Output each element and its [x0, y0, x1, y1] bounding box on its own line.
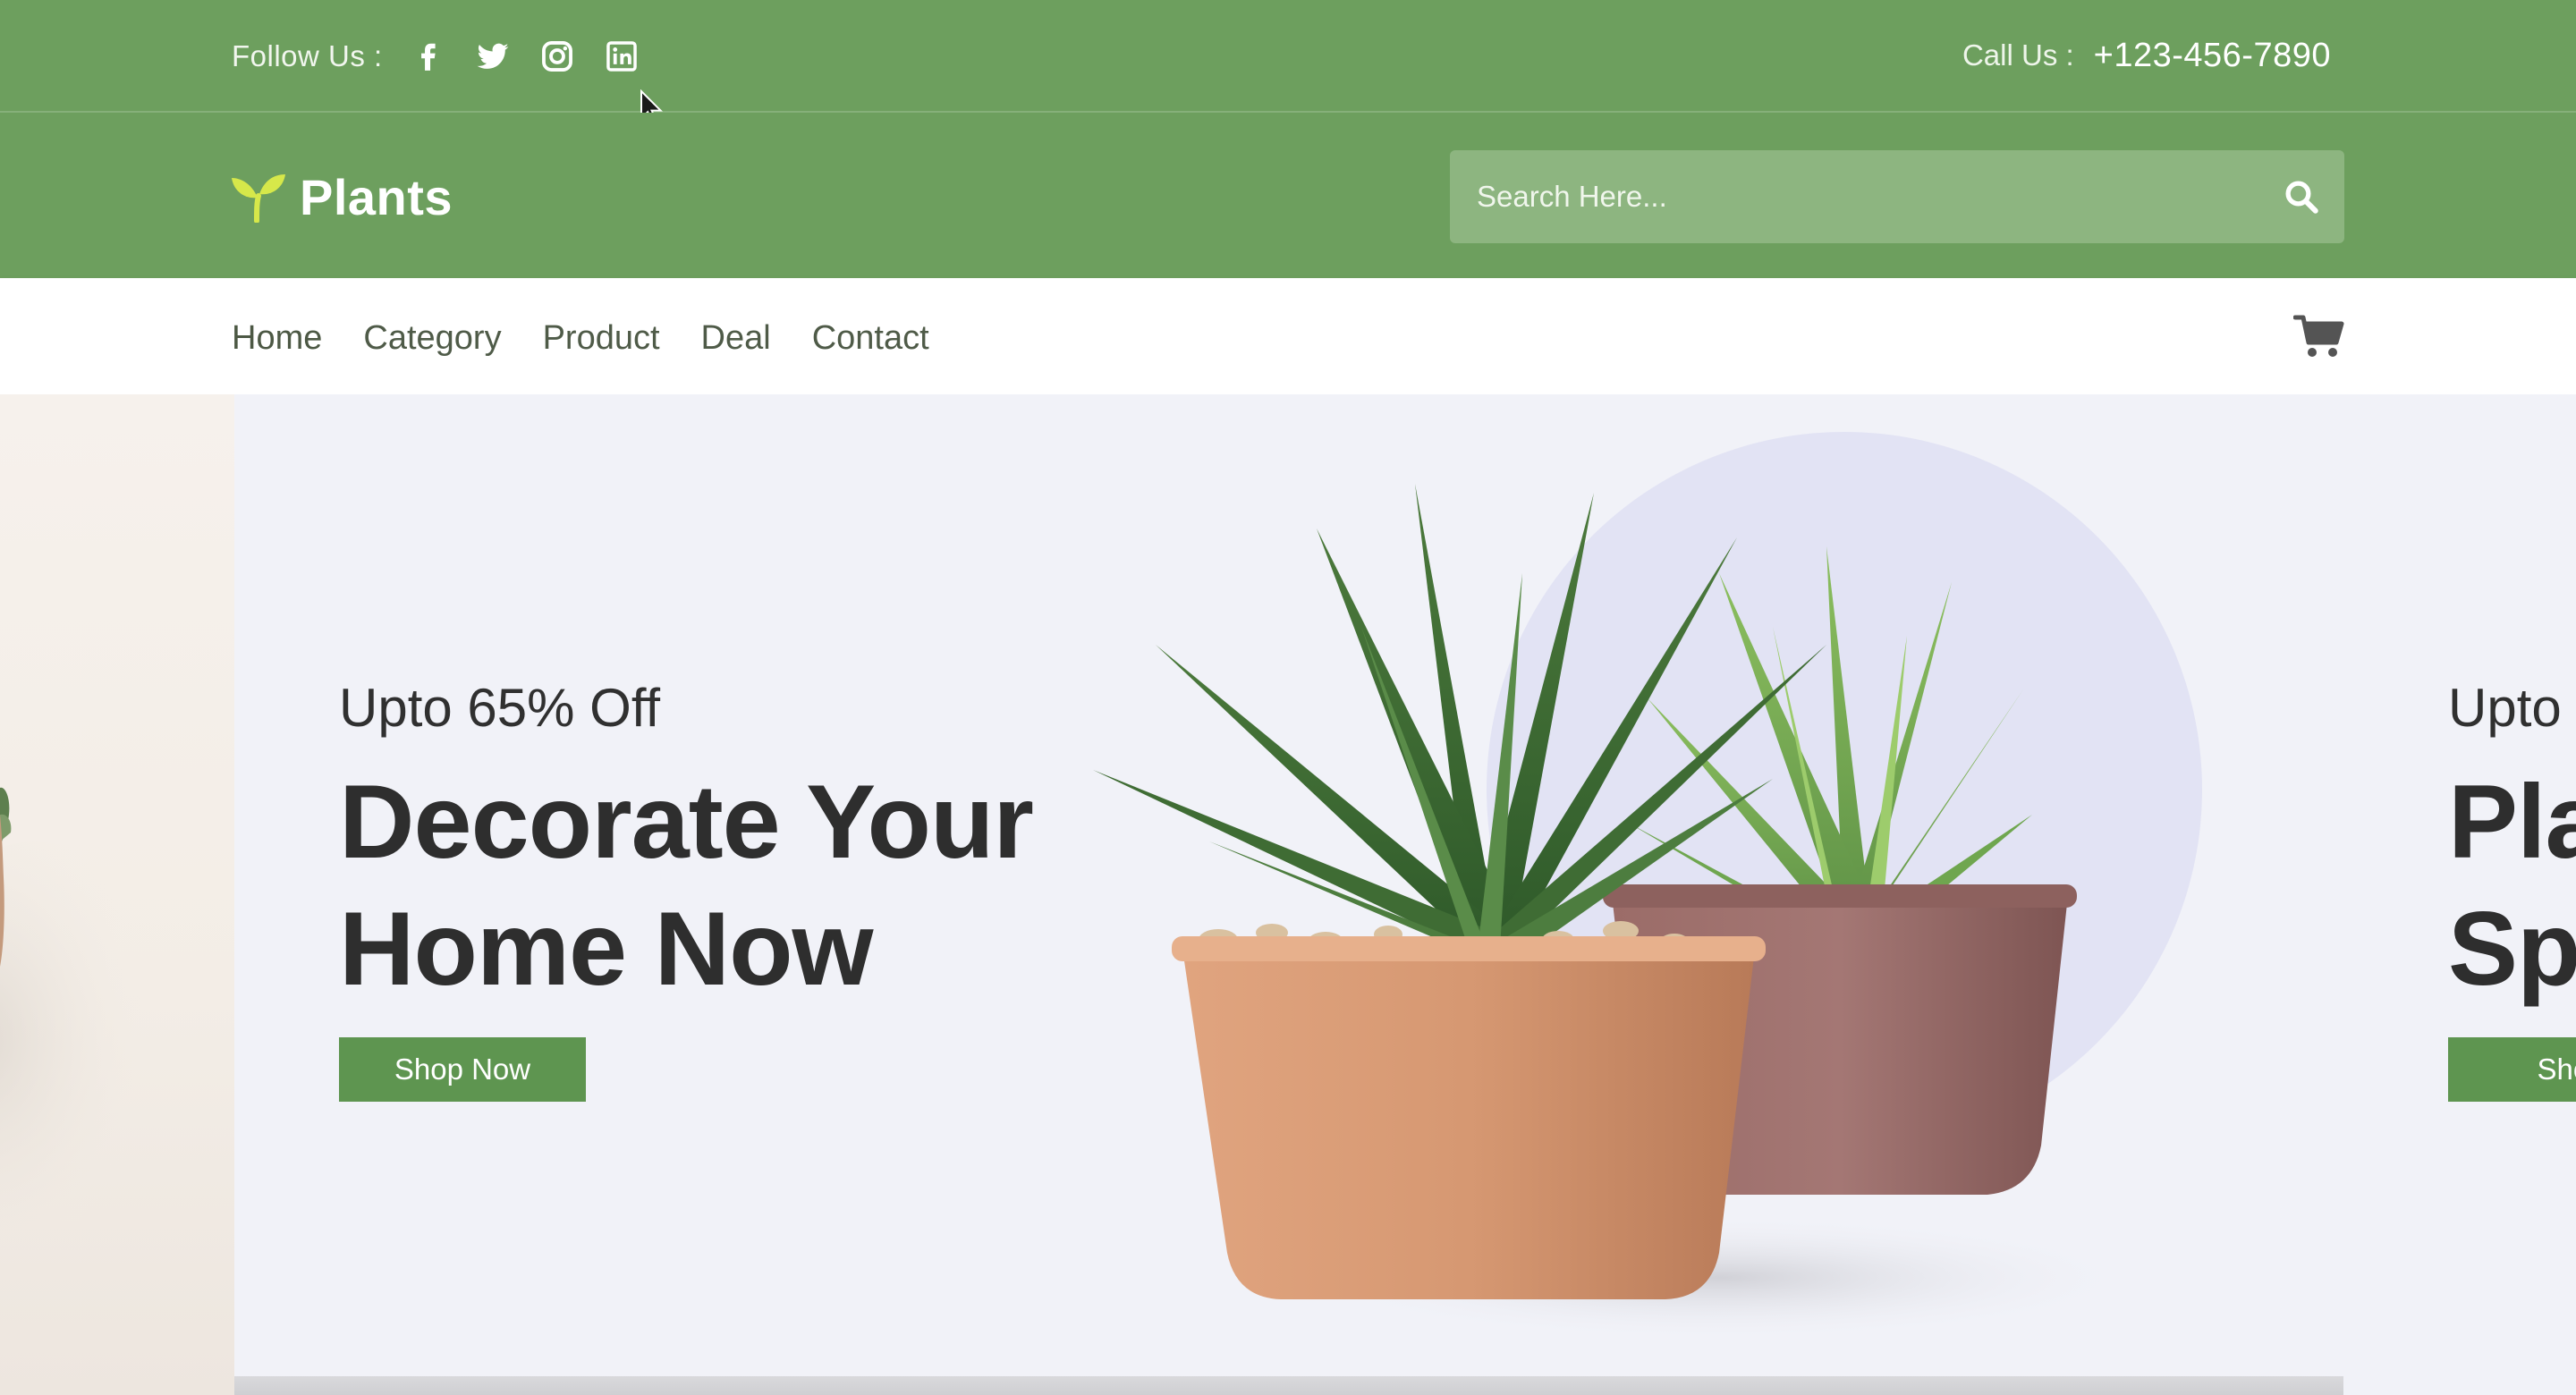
discount-text: Upto 65% Off: [339, 678, 661, 738]
social-links: [411, 39, 639, 73]
nav-item-home[interactable]: Home: [232, 319, 322, 358]
page: Follow Us : Call Us : +123-456-7890 Plan…: [0, 0, 2576, 1395]
hero-slider: Upto 65% Off Decorate Your Home Now Shop…: [0, 394, 2576, 1395]
slider-bottom-edge: [234, 1376, 2343, 1395]
follow-us-label: Follow Us :: [232, 39, 383, 72]
next-headline-line-2: Sp: [2448, 890, 2576, 1007]
instagram-icon[interactable]: [540, 39, 574, 73]
search-button[interactable]: [2258, 150, 2344, 243]
search-icon: [2285, 181, 2318, 214]
next-shop-button[interactable]: Shop: [2448, 1037, 2576, 1102]
follow-us: Follow Us :: [232, 34, 639, 79]
cart-button[interactable]: [2293, 312, 2345, 360]
next-slide-headline: Pla Sp: [2448, 758, 2576, 1012]
hero-headline-line-2: Home Now: [339, 890, 874, 1007]
logo-text: Plants: [300, 168, 453, 225]
search-input[interactable]: [1450, 150, 2258, 243]
nav-item-category[interactable]: Category: [363, 319, 501, 358]
next-slide-text: Upto Pla Sp Shop: [2448, 677, 2576, 1102]
cart-icon: [2293, 315, 2344, 357]
next-slide[interactable]: Upto Pla Sp Shop: [2343, 394, 2576, 1395]
sprout-icon: [230, 171, 287, 223]
call-us-label: Call Us :: [1962, 38, 2074, 72]
nav-item-contact[interactable]: Contact: [812, 319, 929, 358]
linkedin-icon[interactable]: [605, 39, 639, 73]
main-slide: Upto 65% Off Decorate Your Home Now Shop…: [234, 394, 2343, 1376]
next-discount-text: Upto: [2448, 678, 2562, 738]
facebook-icon[interactable]: [411, 39, 445, 73]
next-headline-line-1: Pla: [2448, 763, 2576, 880]
main-nav: Home Category Product Deal Contact: [0, 278, 2576, 394]
logo[interactable]: Plants: [230, 168, 453, 225]
shop-now-button[interactable]: Shop Now: [339, 1037, 586, 1102]
nav-item-deal[interactable]: Deal: [701, 319, 771, 358]
call-us: Call Us : +123-456-7890: [1962, 32, 2331, 79]
nav-list: Home Category Product Deal Contact: [232, 314, 929, 362]
previous-slide[interactable]: [0, 394, 234, 1395]
phone-number[interactable]: +123-456-7890: [2094, 37, 2331, 75]
previous-slide-plant-image: [0, 787, 179, 1235]
search-bar: [1450, 150, 2344, 243]
header: Plants: [0, 113, 2576, 278]
twitter-icon[interactable]: [476, 39, 510, 73]
potted-plants-image: [1093, 432, 2202, 1340]
nav-item-product[interactable]: Product: [543, 319, 660, 358]
hero-headline-line-1: Decorate Your: [339, 763, 1034, 880]
top-bar: Follow Us : Call Us : +123-456-7890: [0, 0, 2576, 124]
slide-text: Upto 65% Off Decorate Your Home Now Shop…: [339, 677, 1144, 1102]
hero-headline: Decorate Your Home Now: [339, 758, 1144, 1012]
